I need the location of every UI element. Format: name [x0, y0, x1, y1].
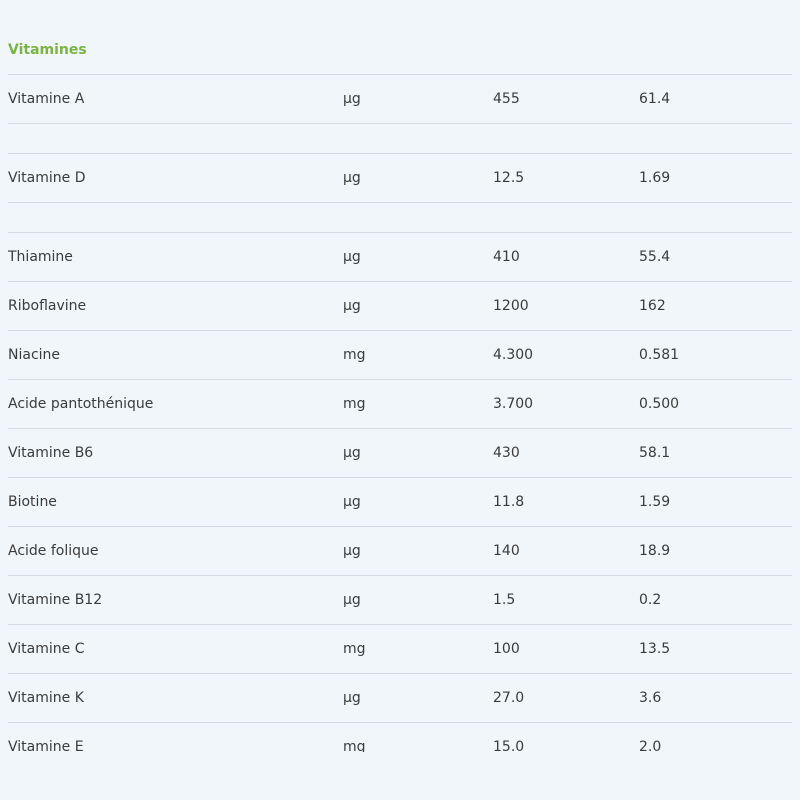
nutrient-name: Thiamine — [8, 249, 73, 265]
nutrition-table: Vitamine A µg 455 61.4 Vitamine D µg 12.5 1.69 T… — [8, 75, 792, 772]
nutrient-value-per-100: 3.700 — [493, 396, 534, 412]
nutrient-value-per-serving: 3.6 — [639, 690, 662, 706]
nutrient-name: Vitamine A — [8, 91, 85, 107]
nutrient-unit: µg — [343, 592, 361, 608]
nutrient-unit: µg — [343, 298, 361, 314]
nutrient-value-per-100: 27.0 — [493, 690, 525, 706]
table-row: Thiamine µg 410 55.4 — [8, 233, 792, 282]
nutrient-name: Vitamine D — [8, 170, 86, 186]
nutrient-unit: µg — [343, 170, 361, 186]
nutrient-value-per-serving: 61.4 — [639, 91, 671, 107]
nutrient-value-per-100: 4.300 — [493, 347, 534, 363]
nutrient-name: Biotine — [8, 494, 57, 510]
nutrient-value-per-serving: 162 — [639, 298, 666, 314]
nutrient-unit: µg — [343, 91, 361, 107]
nutrient-value-per-100: 1200 — [493, 298, 529, 314]
nutrient-name: Niacine — [8, 347, 61, 363]
table-row: Vitamine K µg 27.0 3.6 — [8, 674, 792, 723]
nutrient-value-per-serving: 13.5 — [639, 641, 671, 657]
nutrient-value-per-serving: 55.4 — [639, 249, 671, 265]
nutrient-name: Vitamine C — [8, 641, 85, 657]
nutrient-unit: µg — [343, 445, 361, 461]
nutrient-unit: µg — [343, 543, 361, 559]
nutrient-value-per-serving: 58.1 — [639, 445, 671, 461]
nutrient-value-per-serving: 1.59 — [639, 494, 671, 510]
nutrient-value-per-serving: 1.69 — [639, 170, 671, 186]
nutrient-name: Riboflavine — [8, 298, 87, 314]
table-row: Acide pantothénique mg 3.700 0.500 — [8, 380, 792, 429]
table-row: Vitamine A µg 455 61.4 — [8, 75, 792, 124]
nutrient-value-per-serving: 18.9 — [639, 543, 671, 559]
nutrient-value-per-100: 430 — [493, 445, 520, 461]
nutrient-value-per-100: 11.8 — [493, 494, 525, 510]
nutrient-unit: mg — [343, 641, 366, 657]
nutrient-unit: mg — [343, 347, 366, 363]
nutrient-value-per-100: 455 — [493, 91, 520, 107]
nutrient-name: Vitamine B6 — [8, 445, 94, 461]
table-spacer-row — [8, 203, 792, 233]
nutrient-name: Acide pantothénique — [8, 396, 154, 412]
nutrient-unit: µg — [343, 690, 361, 706]
nutrient-name: Vitamine K — [8, 690, 84, 706]
nutrient-name: Acide folique — [8, 543, 99, 559]
vitamins-section: Vitamines Vitamine A µg 455 61.4 Vitamine D µ… — [8, 0, 792, 772]
nutrient-value-per-serving: 0.500 — [639, 396, 680, 412]
table-row: Acide folique µg 140 18.9 — [8, 527, 792, 576]
bottom-clip — [0, 752, 800, 800]
nutrient-name: Vitamine B12 — [8, 592, 103, 608]
nutrient-unit: mg — [343, 396, 366, 412]
nutrient-unit: µg — [343, 494, 361, 510]
table-row: Vitamine C mg 100 13.5 — [8, 625, 792, 674]
nutrient-value-per-100: 12.5 — [493, 170, 525, 186]
nutrient-value-per-100: 410 — [493, 249, 520, 265]
table-row: Vitamine B12 µg 1.5 0.2 — [8, 576, 792, 625]
table-row: Vitamine D µg 12.5 1.69 — [8, 154, 792, 203]
table-row: Vitamine B6 µg 430 58.1 — [8, 429, 792, 478]
table-row: Biotine µg 11.8 1.59 — [8, 478, 792, 527]
table-row: Riboflavine µg 1200 162 — [8, 282, 792, 331]
nutrient-value-per-100: 100 — [493, 641, 520, 657]
section-title: Vitamines — [8, 0, 792, 75]
nutrient-value-per-serving: 0.581 — [639, 347, 680, 363]
nutrient-value-per-100: 1.5 — [493, 592, 516, 608]
nutrient-value-per-100: 140 — [493, 543, 520, 559]
table-row: Niacine mg 4.300 0.581 — [8, 331, 792, 380]
table-spacer-row — [8, 124, 792, 154]
nutrient-value-per-serving: 0.2 — [639, 592, 662, 608]
nutrient-unit: µg — [343, 249, 361, 265]
